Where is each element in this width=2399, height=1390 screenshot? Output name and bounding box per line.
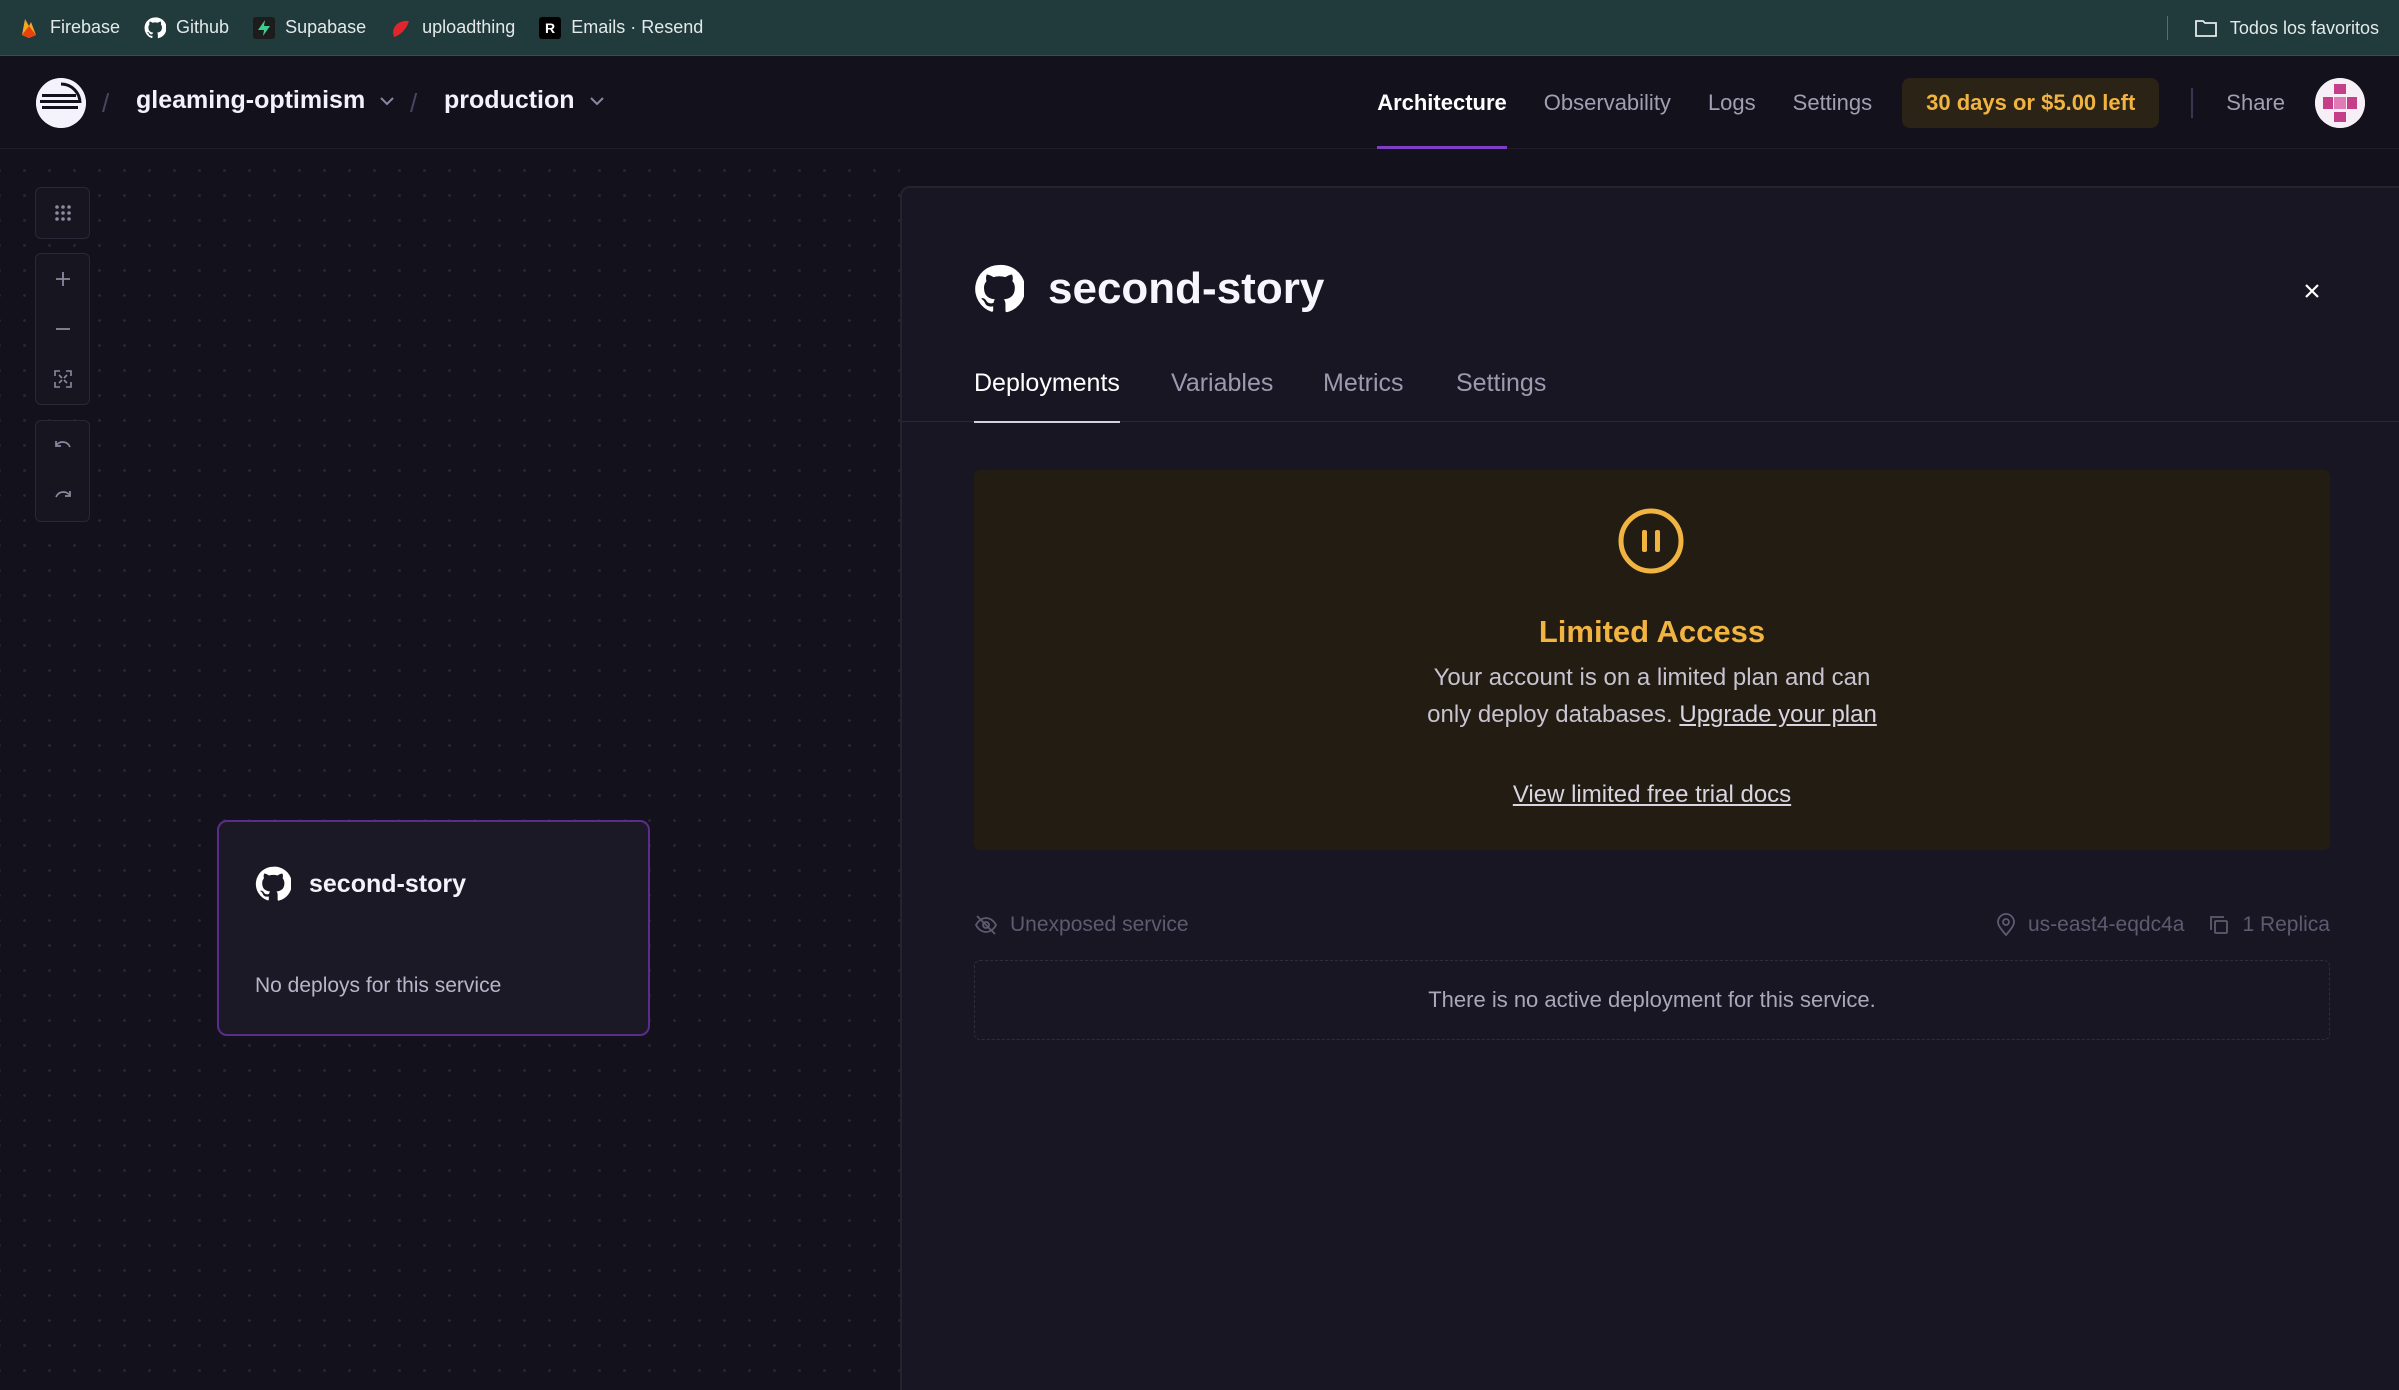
redo-icon[interactable] [36, 471, 89, 521]
chevron-down-icon [380, 96, 394, 105]
tab-metrics[interactable]: Metrics [1323, 366, 1404, 422]
empty-deployments-message: There is no active deployment for this s… [974, 960, 2330, 1040]
bookmark-github[interactable]: Github [144, 16, 229, 39]
limited-access-heading: Limited Access [1538, 614, 1766, 649]
avatar[interactable] [2315, 77, 2365, 128]
divider [2166, 16, 2168, 40]
top-navigation: / gleaming-optimism / production Archite… [0, 56, 2399, 149]
service-meta: Unexposed service us-east4-eqdc4a 1 Repl… [974, 908, 2330, 942]
copy-icon [2210, 916, 2229, 934]
limited-access-description: Your account is on a limited plan and ca… [1427, 664, 1877, 728]
panel-title: second-story [974, 264, 1324, 314]
share-button[interactable]: Share [2226, 90, 2285, 116]
resend-icon: R [539, 16, 562, 39]
service-card[interactable]: second-story No deploys for this service [217, 820, 650, 1036]
bookmarks-bar: Firebase Github Supabase uploadthing R E… [0, 0, 2399, 56]
chevron-down-icon [589, 96, 604, 105]
limited-access-banner: Limited Access Your account is on a limi… [974, 470, 2330, 850]
grid-icon[interactable] [36, 188, 89, 238]
panel-title-text: second-story [1048, 264, 1325, 313]
map-pin-icon [1997, 913, 2015, 937]
tab-deployments[interactable]: Deployments [974, 366, 1120, 423]
architecture-canvas[interactable]: second-story No deploys for this service [0, 150, 900, 1390]
service-card-title: second-story [309, 869, 466, 898]
divider [2191, 87, 2194, 118]
project-selector[interactable]: gleaming-optimism [136, 86, 395, 115]
nav-observability[interactable]: Observability [1544, 56, 1671, 149]
canvas-toolbar-grid [35, 187, 90, 239]
nav-settings[interactable]: Settings [1793, 56, 1873, 149]
bookmark-resend[interactable]: R Emails · Resend [539, 16, 703, 39]
github-icon [144, 16, 167, 39]
panel-tabs: Deployments Variables Metrics Settings [902, 366, 2399, 423]
bookmark-uploadthing[interactable]: uploadthing [390, 17, 515, 39]
bookmark-supabase[interactable]: Supabase [253, 16, 366, 39]
breadcrumb-separator: / [102, 88, 110, 118]
tab-variables[interactable]: Variables [1171, 366, 1273, 422]
region-info: us-east4-eqdc4a [1996, 913, 2184, 937]
zoom-out-icon[interactable] [36, 304, 89, 354]
upgrade-plan-link[interactable]: Upgrade your plan [1679, 701, 1876, 728]
uploadthing-icon [390, 17, 412, 39]
exposure-status: Unexposed service [1010, 913, 1189, 936]
service-card-status: No deploys for this service [255, 974, 502, 997]
github-icon [975, 264, 1024, 313]
nav-architecture[interactable]: Architecture [1377, 56, 1507, 149]
fit-view-icon[interactable] [36, 354, 89, 404]
nav-logs[interactable]: Logs [1708, 56, 1756, 149]
close-icon[interactable] [2297, 276, 2327, 306]
folder-icon [2194, 18, 2218, 38]
github-icon [255, 866, 291, 901]
svg-text:R: R [545, 20, 555, 36]
all-bookmarks[interactable]: Todos los favoritos [2166, 0, 2379, 56]
environment-selector[interactable]: production [444, 86, 605, 115]
undo-icon[interactable] [36, 421, 89, 471]
bookmark-firebase[interactable]: Firebase [18, 17, 120, 39]
eye-off-icon [974, 915, 998, 935]
trial-badge[interactable]: 30 days or $5.00 left [1902, 77, 2160, 128]
pause-icon [1618, 508, 1684, 574]
supabase-icon [253, 16, 276, 39]
zoom-in-icon[interactable] [36, 254, 89, 304]
firebase-icon [18, 17, 40, 39]
trial-docs-link[interactable]: View limited free trial docs [974, 781, 2330, 809]
service-panel: second-story Deployments Variables Metri… [900, 186, 2399, 1390]
canvas-toolbar-history [35, 420, 90, 522]
railway-logo-icon[interactable] [36, 78, 86, 128]
tab-settings[interactable]: Settings [1456, 366, 1546, 422]
canvas-toolbar-zoom [35, 253, 90, 405]
breadcrumb-separator: / [410, 88, 418, 118]
replica-info: 1 Replica [2208, 913, 2330, 937]
